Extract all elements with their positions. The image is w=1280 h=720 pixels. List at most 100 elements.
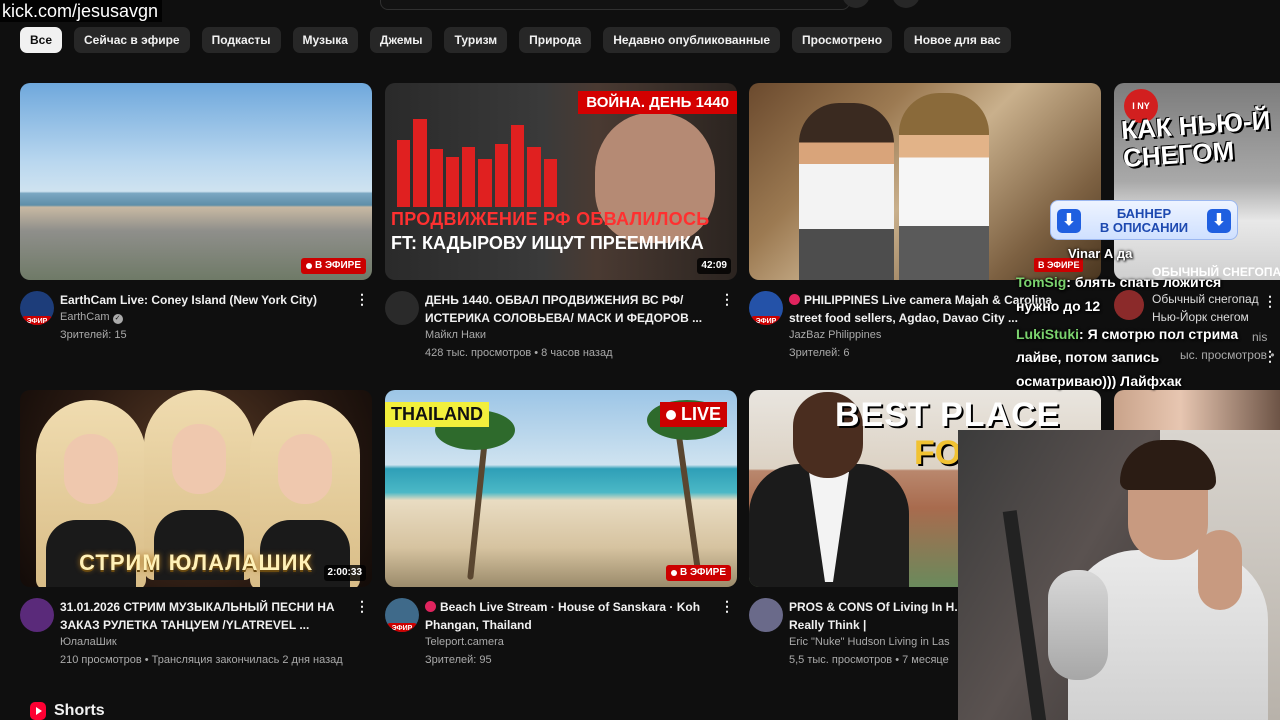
channel-name[interactable]: JazBaz Philippines (789, 329, 881, 341)
live-dot-icon (670, 570, 677, 576)
video-title[interactable]: 31.01.2026 СТРИМ МУЗЫКАЛЬНЫЙ ПЕСНИ НА ЗА… (60, 598, 354, 634)
video-title-partial-line: Нью-Йорк снегом (1152, 310, 1249, 324)
shorts-section-header[interactable]: Shorts (30, 702, 105, 720)
search-box[interactable] (380, 0, 850, 10)
video-title[interactable]: EarthCam Live: Coney Island (New York Ci… (60, 291, 354, 309)
live-avatar-badge: ЭФИР (387, 623, 417, 632)
channel-name-partial: nis (1252, 330, 1268, 344)
description-banner: ⬇ БАННЕР В ОПИСАНИИ ⬇ (1050, 200, 1238, 240)
video-meta: ЭФИР Beach Live Stream · House of Sanska… (385, 598, 737, 678)
more-options-icon[interactable]: ⋮ (1262, 293, 1278, 311)
chip-tourism[interactable]: Туризм (444, 27, 508, 53)
live-dot-icon (665, 409, 676, 420)
chip-recently-uploaded[interactable]: Недавно опубликованные (603, 27, 781, 53)
video-thumbnail[interactable] (1114, 390, 1280, 430)
arrow-down-icon: ⬇ (1207, 209, 1231, 233)
thumbnail-tag: ВОЙНА. ДЕНЬ 1440 (578, 91, 737, 114)
video-title[interactable]: ДЕНЬ 1440. ОБВАЛ ПРОДВИЖЕНИЯ ВС РФ/ ИСТЕ… (425, 291, 719, 327)
channel-avatar[interactable]: ЭФИР (385, 598, 419, 632)
thumbnail-headline: ПРОДВИЖЕНИЕ РФ ОБВАЛИЛОСЬ (391, 209, 710, 229)
video-card[interactable]: I NY КАК НЬЮ-Й СНЕГОМ (1114, 83, 1280, 280)
thumbnail-image: ВОЙНА. ДЕНЬ 1440 ПРОДВИЖЕНИЕ РФ ОБВАЛИЛО… (385, 83, 737, 280)
video-stats: Зрителей: 15 (60, 329, 127, 341)
chip-nature[interactable]: Природа (519, 27, 592, 53)
video-thumbnail[interactable]: I NY КАК НЬЮ-Й СНЕГОМ (1114, 83, 1280, 280)
live-dot-icon (305, 263, 312, 269)
more-options-icon[interactable]: ⋮ (719, 598, 735, 616)
filter-chips: Все Сейчас в эфире Подкасты Музыка Джемы… (20, 27, 1011, 53)
thumbnail-image (1114, 390, 1280, 430)
youtube-home-page: kick.com/jesusavgn Все Сейчас в эфире По… (0, 0, 1280, 720)
channel-name[interactable]: Майкл Наки (425, 329, 486, 341)
video-card[interactable]: ВОЙНА. ДЕНЬ 1440 ПРОДВИЖЕНИЕ РФ ОБВАЛИЛО… (385, 83, 737, 371)
thumbnail-live-tag: LIVE (659, 402, 727, 427)
video-thumbnail[interactable]: СТРИМ ЮЛАЛАШИК 2:00:33 (20, 390, 372, 587)
video-thumbnail[interactable]: В ЭФИРЕ (20, 83, 372, 280)
video-thumbnail[interactable] (749, 83, 1101, 280)
thumbnail-person (799, 103, 894, 280)
chat-message: TomSig: блять спать ложится (1016, 274, 1222, 290)
channel-name[interactable]: ЮлалаШик (60, 636, 117, 648)
channel-avatar[interactable] (1114, 290, 1144, 320)
thumbnail-tag: THAILAND (385, 402, 489, 427)
shorts-icon (30, 702, 46, 720)
duration-badge: 2:00:33 (323, 565, 366, 581)
arrow-down-icon: ⬇ (1057, 209, 1081, 233)
video-title[interactable]: Beach Live Stream · House of Sanskara · … (425, 598, 719, 634)
stream-watermark: kick.com/jesusavgn (0, 0, 163, 22)
channel-name[interactable]: Teleport.camera (425, 636, 504, 648)
more-options-icon[interactable]: ⋮ (354, 598, 370, 616)
video-title-partial-line: Обычный снегопад (1152, 292, 1259, 306)
chip-all[interactable]: Все (20, 27, 63, 53)
video-card[interactable]: В ЭФИРЕ ЭФИР EarthCam Live: Coney Island… (20, 83, 372, 371)
thumbnail-bars (397, 111, 557, 207)
video-meta: 31.01.2026 СТРИМ МУЗЫКАЛЬНЫЙ ПЕСНИ НА ЗА… (20, 598, 372, 678)
mic-arm (1002, 510, 1048, 720)
video-stats: Зрителей: 95 (425, 654, 492, 666)
thumbnail-person (899, 93, 989, 280)
chat-message: лайве, потом запись (1016, 349, 1160, 365)
streamer-webcam (958, 430, 1280, 720)
video-meta: ДЕНЬ 1440. ОБВАЛ ПРОДВИЖЕНИЯ ВС РФ/ ИСТЕ… (385, 291, 737, 371)
thumbnail-headline: СТРИМ ЮЛАЛАШИК (79, 550, 313, 575)
video-thumbnail[interactable]: THAILAND LIVE В ЭФИРЕ (385, 390, 737, 587)
thumbnail-headline: КАК НЬЮ-Й СНЕГОМ (1120, 104, 1272, 174)
live-avatar-badge: ЭФИР (22, 316, 52, 325)
video-stats-partial: ыс. просмотров • (1180, 348, 1275, 362)
video-stats: Зрителей: 6 (789, 347, 850, 359)
live-badge: В ЭФИРЕ (665, 565, 731, 581)
channel-avatar[interactable]: ЭФИР (749, 291, 783, 325)
channel-name[interactable]: EarthCam ✓ (60, 311, 123, 324)
chip-podcasts[interactable]: Подкасты (201, 27, 281, 53)
palm-tree (673, 420, 703, 580)
channel-avatar[interactable] (20, 598, 54, 632)
live-dot-icon (789, 294, 800, 305)
more-options-icon[interactable]: ⋮ (1262, 348, 1278, 366)
chip-jams[interactable]: Джемы (369, 27, 433, 53)
video-meta: ЭФИР EarthCam Live: Coney Island (New Yo… (20, 291, 372, 371)
verified-icon: ✓ (112, 314, 123, 324)
live-avatar-badge: ЭФИР (751, 316, 781, 325)
video-card[interactable]: THAILAND LIVE В ЭФИРЕ ЭФИР Beach Live St… (385, 390, 737, 678)
thumbnail-image: I NY КАК НЬЮ-Й СНЕГОМ (1114, 83, 1280, 280)
chip-watched[interactable]: Просмотрено (792, 27, 893, 53)
thumbnail-image: СТРИМ ЮЛАЛАШИК (20, 390, 372, 587)
live-dot-icon (425, 601, 436, 612)
video-card[interactable] (1114, 390, 1280, 430)
chip-music[interactable]: Музыка (292, 27, 358, 53)
thumbnail-subheadline: FO (914, 434, 962, 472)
channel-avatar[interactable] (749, 598, 783, 632)
video-card[interactable]: СТРИМ ЮЛАЛАШИК 2:00:33 31.01.2026 СТРИМ … (20, 390, 372, 678)
video-thumbnail[interactable]: ВОЙНА. ДЕНЬ 1440 ПРОДВИЖЕНИЕ РФ ОБВАЛИЛО… (385, 83, 737, 280)
voice-search-button[interactable] (892, 0, 920, 8)
more-options-icon[interactable]: ⋮ (719, 291, 735, 309)
chip-live-now[interactable]: Сейчас в эфире (74, 27, 190, 53)
more-options-icon[interactable]: ⋮ (354, 291, 370, 309)
chat-message: Vinar А да (1068, 246, 1133, 261)
channel-avatar[interactable]: ЭФИР (20, 291, 54, 325)
live-badge: В ЭФИРЕ (300, 258, 366, 274)
channel-avatar[interactable] (385, 291, 419, 325)
chip-new-to-you[interactable]: Новое для вас (904, 27, 1011, 53)
microphone-icon (1048, 570, 1108, 680)
channel-name[interactable]: Eric "Nuke" Hudson Living in Las (789, 636, 950, 648)
